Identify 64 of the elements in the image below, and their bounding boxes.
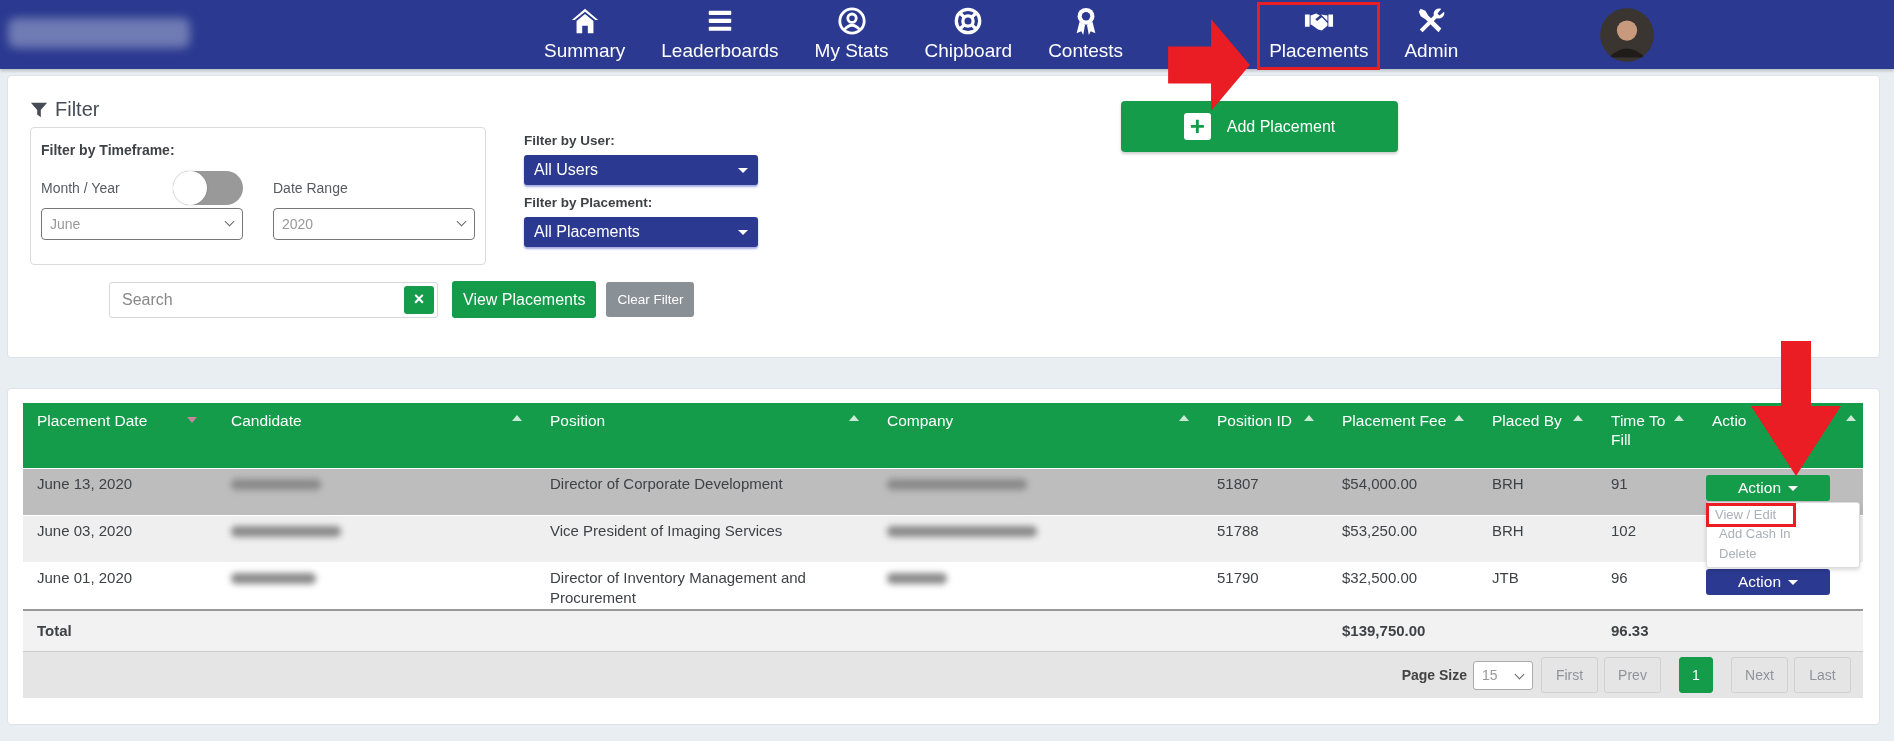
table-cell-text: Director of Corporate Development bbox=[549, 474, 784, 494]
column-header[interactable]: Actio bbox=[1698, 403, 1863, 468]
table-cell-text: June 13, 2020 bbox=[36, 474, 134, 494]
search-field[interactable]: Search × bbox=[109, 281, 438, 318]
action-dropdown-button[interactable]: Action bbox=[1706, 569, 1830, 595]
clear-search-button[interactable]: × bbox=[404, 285, 434, 314]
table-cell-text: 51807 bbox=[1216, 474, 1260, 494]
table-cell-text: $32,500.00 bbox=[1341, 568, 1419, 588]
table-cell-text: June 03, 2020 bbox=[36, 521, 134, 541]
column-header[interactable]: Placement Fee bbox=[1328, 403, 1478, 468]
view-placements-button[interactable]: View Placements bbox=[452, 281, 597, 318]
nav-item[interactable]: Chipboard bbox=[918, 2, 1019, 69]
clear-filter-button[interactable]: Clear Filter bbox=[606, 282, 695, 317]
table-cell-text: $53,250.00 bbox=[1341, 521, 1419, 541]
filter-title: Filter bbox=[55, 98, 100, 121]
nav-item[interactable]: Admin bbox=[1398, 2, 1465, 69]
month-year-label: Month / Year bbox=[41, 180, 120, 196]
column-header[interactable]: Position ID bbox=[1203, 403, 1328, 468]
column-header[interactable]: Placement Date bbox=[23, 403, 217, 468]
total-time-to-fill: 96.33 bbox=[1610, 621, 1650, 641]
column-header[interactable]: Company bbox=[873, 403, 1203, 468]
placement-dropdown[interactable]: All Placements bbox=[524, 217, 758, 247]
add-placement-button[interactable]: + Add Placement bbox=[1121, 101, 1398, 152]
lifebuoy-icon bbox=[953, 6, 984, 36]
table-cell-text: 51788 bbox=[1216, 521, 1260, 541]
page-size-select[interactable]: 15 bbox=[1473, 660, 1533, 690]
table-cell-text: Vice President of Imaging Services bbox=[549, 521, 784, 541]
table-cell-text: 51790 bbox=[1216, 568, 1260, 588]
toggle-switch[interactable] bbox=[173, 171, 243, 205]
column-header[interactable]: Time To Fill bbox=[1597, 403, 1698, 468]
table-cell-text: June 01, 2020 bbox=[36, 568, 134, 588]
user-dropdown[interactable]: All Users bbox=[524, 155, 758, 185]
person-icon bbox=[836, 6, 867, 36]
page-size-label: Page Size bbox=[1401, 667, 1467, 683]
table-cell-text: BRH bbox=[1491, 521, 1525, 541]
table-cell-text: 102 bbox=[1610, 521, 1638, 541]
table-cell-text: BRH bbox=[1491, 474, 1525, 494]
table-cell-text: $54,000.00 bbox=[1341, 474, 1419, 494]
year-select[interactable]: 2020 bbox=[273, 208, 475, 240]
nav-item[interactable]: Summary bbox=[538, 2, 632, 69]
action-dropdown-button[interactable]: Action bbox=[1706, 475, 1830, 501]
nav-item[interactable]: Leaderboards bbox=[655, 2, 785, 69]
column-header[interactable]: Position bbox=[536, 403, 873, 468]
nav-item[interactable]: Placements bbox=[1263, 2, 1375, 69]
avatar[interactable] bbox=[1600, 8, 1654, 62]
column-header[interactable]: Candidate bbox=[217, 403, 536, 468]
total-fee: $139,750.00 bbox=[1341, 621, 1427, 641]
nav-item[interactable]: Contests bbox=[1042, 2, 1130, 69]
menu-item[interactable]: Add Cash In bbox=[1710, 524, 1856, 544]
nav-item[interactable]: My Stats bbox=[808, 2, 895, 69]
table-cell-text: JTB bbox=[1491, 568, 1520, 588]
column-header[interactable]: Placed By bbox=[1478, 403, 1597, 468]
date-range-label: Date Range bbox=[273, 180, 348, 196]
timeframe-label: Filter by Timeframe: bbox=[41, 142, 176, 158]
month-select[interactable]: June bbox=[41, 208, 243, 240]
table-cell-text: 96 bbox=[1610, 568, 1629, 588]
table-cell-text: Director of Inventory Management and Procurement bbox=[549, 568, 807, 608]
total-label: Total bbox=[36, 621, 73, 641]
filter-icon bbox=[30, 100, 48, 119]
menu-item[interactable]: Delete bbox=[1710, 544, 1856, 564]
placement-filter-label: Filter by Placement: bbox=[524, 195, 654, 210]
user-filter-label: Filter by User: bbox=[524, 133, 616, 148]
page-button[interactable]: 1 bbox=[1679, 657, 1713, 693]
table-cell-text: 91 bbox=[1610, 474, 1629, 494]
